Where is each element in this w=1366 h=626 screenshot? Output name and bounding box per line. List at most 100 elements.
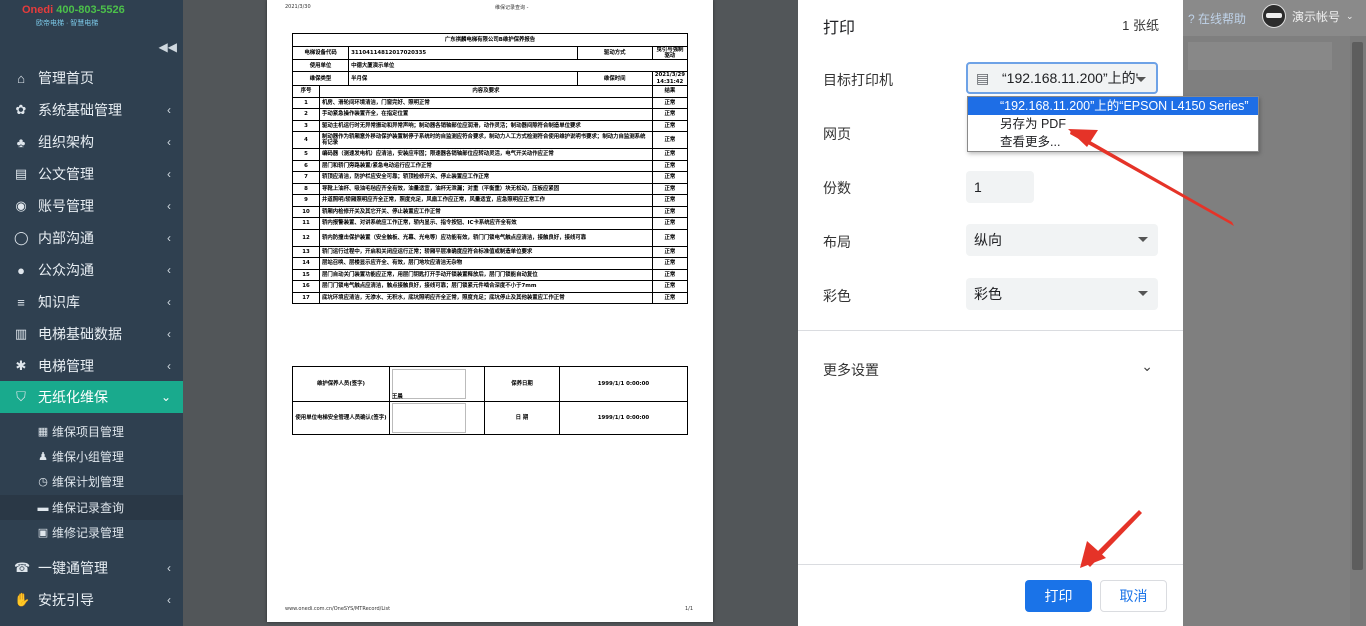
- row-result: 正常: [651, 257, 689, 270]
- row-number: 2: [292, 108, 320, 121]
- scrollbar-thumb[interactable]: [1352, 42, 1363, 570]
- printer-option-see-more[interactable]: 查看更多...: [968, 133, 1258, 151]
- table-row: 1 机房、滑轮间环境清洁，门窗完好、照明正常 正常: [292, 96, 689, 110]
- avatar: [1262, 4, 1286, 28]
- table-row: 3 驱动主机运行时无异常振动和异常声响；制动器各销轴部位应润滑，动作灵活；制动器间…: [292, 119, 689, 133]
- comments-icon: ●: [17, 262, 25, 278]
- table-row: 7 轿顶应清洁，防护栏应安全可靠；轿顶检修开关、停止装置应工作正常 正常: [292, 171, 689, 184]
- copies-input[interactable]: 1: [966, 171, 1034, 203]
- chevron-down-icon: [1138, 291, 1148, 296]
- sidebar.items-label: 公文管理: [38, 166, 94, 182]
- row-number: 12: [292, 228, 320, 247]
- row-content: 轿厢内检修开关及其它开关、停止装置应工作正常: [319, 205, 653, 219]
- chat-bubble-icon: ◯: [14, 230, 29, 245]
- color-select[interactable]: 彩色: [966, 278, 1158, 310]
- table-row: 12 轿内防撞击保护装置（安全触板、光幕、光电等）应功能有效，轿门门锁电气触点应清…: [292, 228, 689, 247]
- printer-option-epson[interactable]: “192.168.11.200”上的“EPSON L4150 Series”: [968, 97, 1258, 115]
- sidebar-item-server[interactable]: ≡ 知识库 ‹: [0, 286, 183, 318]
- type-label: 维保类型: [291, 71, 350, 86]
- maintenance-report-table: 广东祺麟电梯有限公司B维护保养报告 电梯设备代码 311041148120170…: [291, 33, 689, 305]
- sidebar.items-label: 无纸化维保: [38, 389, 108, 405]
- row-number: 6: [292, 159, 320, 173]
- sidebar-item-bar-chart[interactable]: ▥ 电梯基础数据 ‹: [0, 318, 183, 350]
- row-content: 编码器（测速发电机）应清洁，安装应牢固；限速器各销轴部位应转动灵活，电气开关动作…: [319, 148, 653, 161]
- maintain-date-label: 保养日期: [484, 366, 560, 402]
- sidebar-item-comments[interactable]: ● 公众沟通 ‹: [0, 254, 183, 286]
- printer-option-save-pdf[interactable]: 另存为 PDF: [968, 115, 1258, 133]
- cancel-button[interactable]: 取消: [1100, 580, 1167, 612]
- row-result: 正常: [651, 131, 689, 150]
- row-number: 16: [292, 280, 320, 293]
- table-row: 6 层门和轿门旁路装置/紧急电动运行应工作正常 正常: [292, 159, 689, 173]
- copies-label: 份数: [823, 180, 851, 196]
- collapse-sidebar-icon[interactable]: ◀◀: [159, 40, 177, 54]
- table-row: 5 编码器（测速发电机）应清洁，安装应牢固；限速器各销轴部位应转动灵活，电气开关动…: [292, 148, 689, 161]
- table-icon: ▦: [37, 426, 49, 438]
- shield-icon: ⛉: [16, 389, 26, 404]
- info-row: 维保类型 半月保 维保时间 2021/3/29 14:31:42: [291, 71, 689, 86]
- sidebar.items-label: 公众沟通: [38, 262, 94, 278]
- logo: Onedi 400-803-5526 欧帝电梯 · 智慧电梯: [22, 4, 142, 28]
- sidebar-subitem-users[interactable]: ♟ 维保小组管理: [0, 444, 183, 469]
- report-title-row: 广东祺麟电梯有限公司B维护保养报告: [292, 33, 688, 47]
- chevron-down-icon: [1138, 237, 1148, 242]
- color-label: 彩色: [823, 288, 851, 304]
- sidebar-subitem-camera[interactable]: ▣ 维修记录管理: [0, 520, 183, 545]
- table-row: 13 轿门运行过程中，开启和关闭应运行正常；轿厢平层准确度应符合标准值或制造单位要…: [292, 245, 689, 259]
- row-content: 机房、滑轮间环境清洁，门窗完好、照明正常: [319, 96, 653, 110]
- sidebar-item-hand[interactable]: ✋ 安抚引导 ‹: [0, 584, 183, 616]
- sidebar.bottom_items-label: 安抚引导: [38, 592, 94, 608]
- table-row: 10 轿厢内检修开关及其它开关、停止装置应工作正常 正常: [292, 205, 689, 219]
- sidebar-item-home[interactable]: ⌂ 管理首页: [0, 62, 183, 94]
- row-number: 4: [292, 131, 320, 150]
- print-dialog: 打印 1 张纸 目标打印机 ▤ “192.168.11.200”上的' 网页 份…: [798, 0, 1183, 626]
- chevron-left-icon: ‹: [167, 103, 171, 117]
- time-label: 维保时间: [576, 71, 653, 86]
- row-result: 正常: [651, 108, 689, 121]
- help-link[interactable]: ? 在线帮助: [1188, 10, 1246, 27]
- more-settings-toggle[interactable]: 更多设置: [823, 360, 879, 380]
- page-number: 1/1: [685, 606, 694, 612]
- chevron-down-icon[interactable]: ⌄: [1141, 358, 1153, 375]
- report-title: 广东祺麟电梯有限公司B维护保养报告: [292, 33, 688, 47]
- gear-icon: ✿: [15, 102, 27, 117]
- sidebar-item-user[interactable]: ◉ 账号管理 ‹: [0, 190, 183, 222]
- preview-page: 2021/3/30 维保记录查询 - 广东祺麟电梯有限公司B维护保养报告 电梯设…: [267, 0, 713, 622]
- user-menu[interactable]: 演示帐号 ⌄: [1262, 4, 1354, 28]
- row-result: 正常: [651, 119, 689, 133]
- layout-select[interactable]: 纵向: [966, 224, 1158, 256]
- print-button[interactable]: 打印: [1025, 580, 1092, 612]
- row-number: 9: [292, 194, 320, 207]
- sidebar.items-label: 内部沟通: [38, 230, 94, 246]
- sidebar-item-chat-bubble[interactable]: ◯ 内部沟通 ‹: [0, 222, 183, 254]
- sidebar-item-asterisk[interactable]: ✱ 电梯管理 ‹: [0, 350, 183, 382]
- drive-label: 驱动方式: [576, 45, 653, 61]
- sidebar-item-sitemap[interactable]: ♣ 组织架构 ‹: [0, 126, 183, 158]
- sidebar.bottom_items-label: 一键通管理: [38, 560, 108, 576]
- sidebar.items-label: 系统基础管理: [38, 102, 122, 118]
- maintain-date: 1999/1/1 0:00:00: [559, 366, 688, 402]
- chevron-left-icon: ‹: [167, 199, 171, 213]
- sidebar-item-phone[interactable]: ☎ 一键通管理 ‹: [0, 552, 183, 584]
- printer-select[interactable]: ▤ “192.168.11.200”上的': [966, 62, 1158, 94]
- signature-row: 使用单位电梯安全管理人员确认(签字) 日 期 1999/1/1 0:00:00: [292, 401, 688, 435]
- sidebar-item-document[interactable]: ▤ 公文管理 ‹: [0, 158, 183, 190]
- sidebar: Onedi 400-803-5526 欧帝电梯 · 智慧电梯 ◀◀ ⌂ 管理首页 ✿…: [0, 0, 183, 626]
- users-icon: ♟: [38, 451, 48, 463]
- type-value: 半月保: [348, 71, 578, 86]
- sidebar.items-label: 账号管理: [38, 198, 94, 214]
- sidebar-subitem-list[interactable]: ▬ 维保记录查询: [0, 495, 183, 520]
- row-content: 井道照明/轿厢照明应齐全正常，照度充足，风扇工作应正常，风量适宜，应急照明应正常…: [319, 194, 653, 207]
- chevron-left-icon: ‹: [167, 327, 171, 341]
- row-content: 导靴上油杯、吸油毛毡应齐全有效，油量适宜，油杯无泄漏；对重（平衡重）块无松动，压…: [319, 182, 653, 196]
- sidebar-subitem-table[interactable]: ▦ 维保项目管理: [0, 419, 183, 444]
- sidebar-item-gear[interactable]: ✿ 系统基础管理 ‹: [0, 94, 183, 126]
- col-result: 结果: [651, 84, 689, 98]
- table-row: 15 层门自动关门装置功能应正常，用层门钥匙打开手动开锁装置释放后，层门门锁能自动…: [292, 268, 689, 282]
- row-result: 正常: [651, 205, 689, 219]
- hand-icon: ✋: [14, 592, 31, 607]
- sidebar-item-shield[interactable]: ⛉ 无纸化维保 ⌄: [0, 381, 183, 413]
- sidebar-subitem-clock[interactable]: ◷ 维保计划管理: [0, 469, 183, 494]
- header-row: 序号 内容及要求 结果: [292, 84, 689, 98]
- row-result: 正常: [651, 245, 689, 259]
